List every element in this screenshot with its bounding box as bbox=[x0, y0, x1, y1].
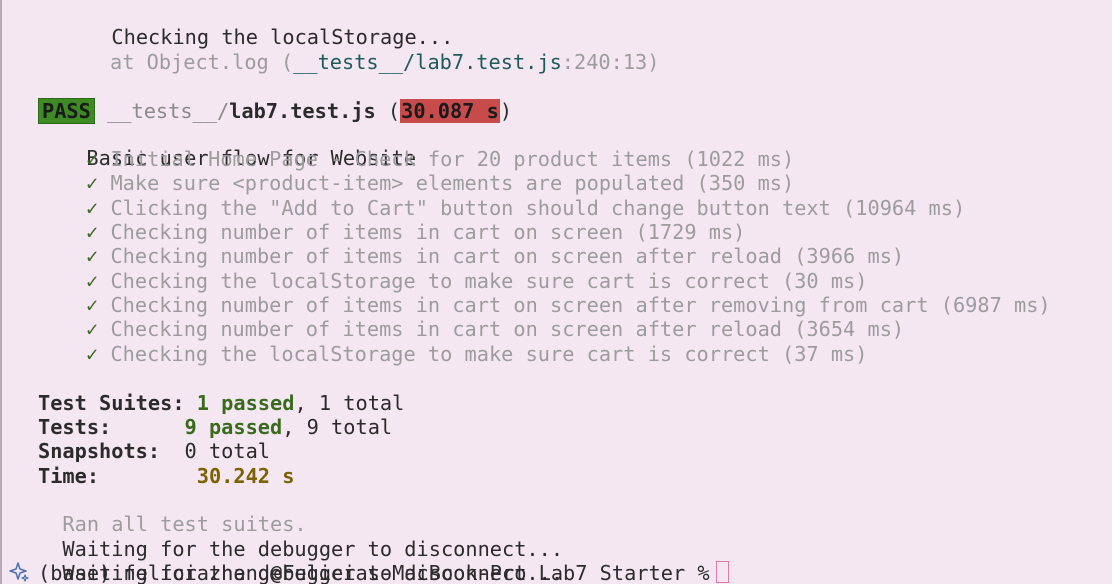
ran-all-message: Ran all test suites. bbox=[38, 488, 306, 536]
summary-total: , 1 total bbox=[294, 391, 405, 415]
test-case: ✓ Clicking the "Add to Cart" button shou… bbox=[86, 196, 965, 220]
terminal-cursor[interactable] bbox=[715, 561, 729, 583]
summary-snapshots-value: 0 total bbox=[184, 439, 271, 463]
log-at-file: __tests__/lab7.test.js bbox=[293, 50, 562, 74]
test-case-label: Checking number of items in cart on scre… bbox=[110, 220, 746, 244]
shell-prompt-text: (base) feliciazhang@Felicias-MacBook-Pro… bbox=[38, 561, 710, 584]
sparkle-icon[interactable] bbox=[8, 561, 30, 583]
pass-badge: PASS bbox=[38, 98, 95, 124]
console-log-message: Checking the localStorage... bbox=[87, 1, 453, 49]
summary-label: Snapshots: bbox=[38, 439, 161, 463]
summary-time-value: 30.242 s bbox=[196, 464, 295, 488]
test-file-dir: __tests__/ bbox=[107, 99, 230, 123]
window-left-border bbox=[0, 0, 2, 584]
test-case-label: Make sure <product-item> elements are po… bbox=[110, 171, 795, 195]
shell-prompt[interactable]: (base) feliciazhang@Felicias-MacBook-Pro… bbox=[38, 561, 729, 584]
debugger-waiting-message: Waiting for the debugger to disconnect..… bbox=[38, 537, 563, 584]
check-icon: ✓ bbox=[86, 171, 99, 195]
test-result-line: PASS __tests__/lab7.test.js (30.087 s) bbox=[38, 98, 513, 124]
test-case: ✓ Initial Home Page - Check for 20 produ… bbox=[86, 147, 794, 171]
test-case-label: Checking number of items in cart on scre… bbox=[110, 293, 1051, 317]
log-at-prefix: at Object.log ( bbox=[110, 50, 294, 74]
test-case-label: Initial Home Page - Check for 20 product… bbox=[110, 147, 795, 171]
summary-tests: Tests: 9 passed, 9 total bbox=[38, 415, 392, 439]
check-icon: ✓ bbox=[86, 196, 99, 220]
test-case-label: Checking number of items in cart on scre… bbox=[110, 244, 905, 268]
test-case: ✓ Checking number of items in cart on sc… bbox=[86, 244, 904, 268]
test-case-label: Checking the localStorage to make sure c… bbox=[110, 269, 868, 293]
test-case: ✓ Checking the localStorage to make sure… bbox=[86, 269, 867, 293]
test-case: ✓ Make sure <product-item> elements are … bbox=[86, 171, 794, 195]
log-message-text: Checking the localStorage... bbox=[111, 25, 454, 49]
test-file-name: lab7.test.js bbox=[229, 99, 376, 123]
check-icon: ✓ bbox=[86, 269, 99, 293]
summary-total: , 9 total bbox=[282, 415, 393, 439]
duration-badge: 30.087 s bbox=[400, 99, 500, 123]
check-icon: ✓ bbox=[86, 342, 99, 366]
test-case: ✓ Checking number of items in cart on sc… bbox=[86, 220, 745, 244]
summary-label: Tests: bbox=[38, 415, 112, 439]
check-icon: ✓ bbox=[86, 293, 99, 317]
console-log-location: at Object.log (__tests__/lab7.test.js:24… bbox=[110, 50, 659, 74]
summary-passed-count: 9 passed bbox=[184, 415, 283, 439]
summary-time: Time: 30.242 s bbox=[38, 464, 294, 488]
test-case: ✓ Checking number of items in cart on sc… bbox=[86, 293, 1051, 317]
check-icon: ✓ bbox=[86, 147, 99, 171]
test-case-label: Checking the localStorage to make sure c… bbox=[110, 342, 868, 366]
summary-label: Time: bbox=[38, 464, 100, 488]
summary-label: Test Suites: bbox=[38, 391, 185, 415]
log-at-location: :240:13) bbox=[561, 50, 660, 74]
duration-close-paren: ) bbox=[499, 99, 513, 123]
debugger-waiting-message: Waiting for the debugger to disconnect..… bbox=[38, 513, 563, 561]
test-case-label: Clicking the "Add to Cart" button should… bbox=[110, 196, 966, 220]
test-case-label: Checking number of items in cart on scre… bbox=[110, 317, 905, 341]
check-icon: ✓ bbox=[86, 244, 99, 268]
suite-name: Basic user flow for Website bbox=[62, 122, 416, 170]
test-case: ✓ Checking the localStorage to make sure… bbox=[86, 342, 867, 366]
summary-passed-count: 1 passed bbox=[196, 391, 295, 415]
check-icon: ✓ bbox=[86, 220, 99, 244]
summary-snapshots: Snapshots: 0 total bbox=[38, 439, 270, 463]
summary-test-suites: Test Suites: 1 passed, 1 total bbox=[38, 391, 404, 415]
check-icon: ✓ bbox=[86, 317, 99, 341]
test-case: ✓ Checking number of items in cart on sc… bbox=[86, 317, 904, 341]
duration-open-paren: ( bbox=[375, 99, 401, 123]
